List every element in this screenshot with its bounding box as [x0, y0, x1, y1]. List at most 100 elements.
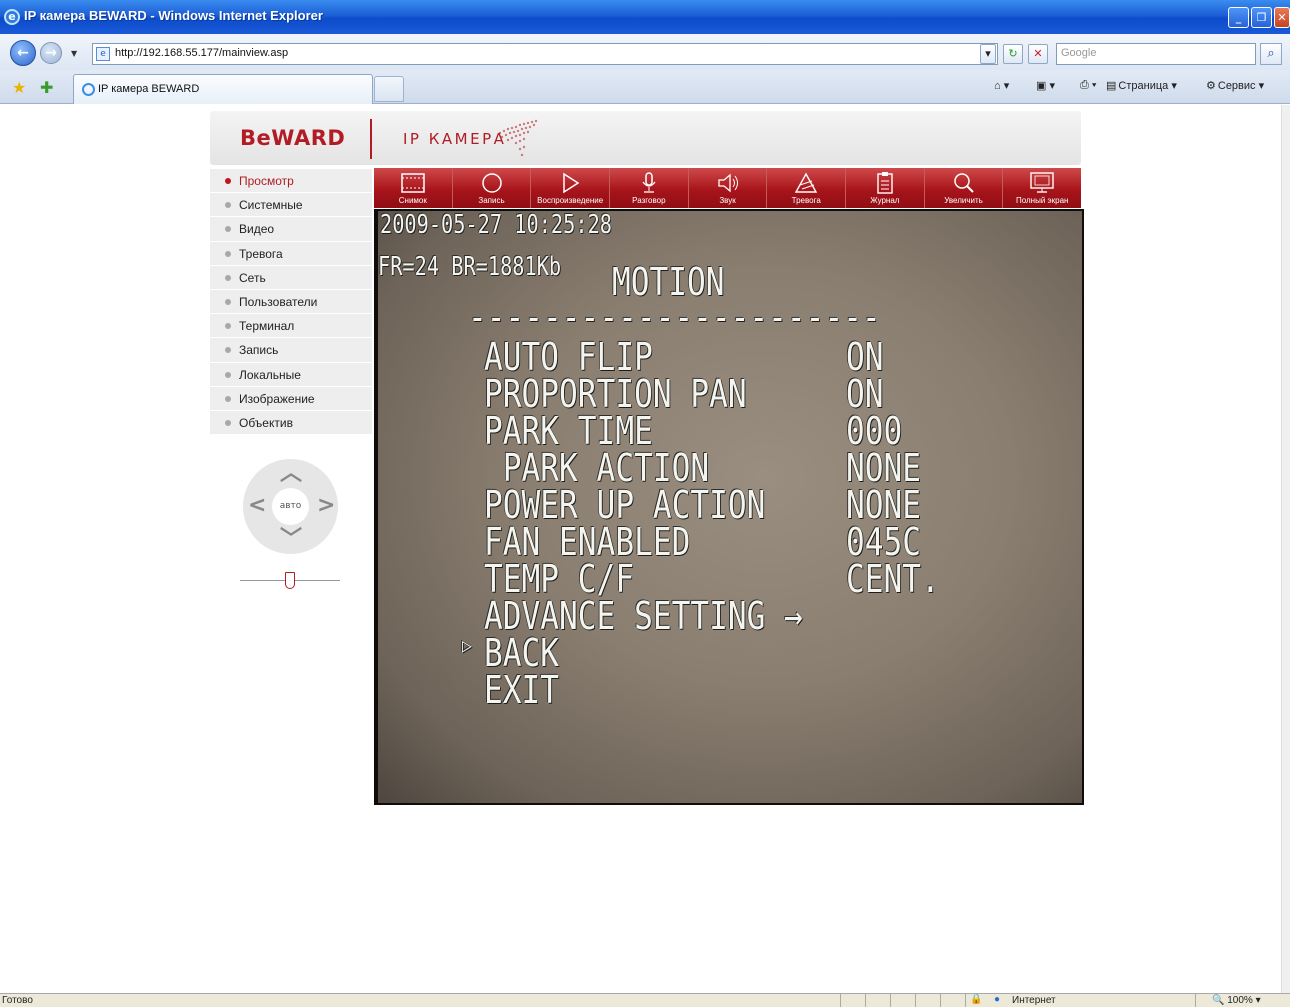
tab-label: IP камера BEWARD [98, 83, 200, 95]
osd-menu-value: CENT. [846, 557, 940, 601]
page-menu-button[interactable]: ▤ Страница ▾ [1106, 79, 1177, 92]
bullet-icon [225, 371, 231, 378]
zoom-level[interactable]: 🔍 100% ▾ [1212, 995, 1261, 1006]
menu-item-label: Локальные [239, 367, 301, 382]
osd-divider: ---------------------- [468, 295, 881, 339]
favorites-star-icon[interactable]: ★ [12, 78, 26, 97]
menu-item-view[interactable]: Просмотр [210, 169, 372, 194]
window-title-bar[interactable]: e IP камера BEWARD - Windows Internet Ex… [0, 0, 1290, 34]
menu-item-system[interactable]: Системные [210, 193, 372, 218]
zoom-value: 100% [1227, 995, 1253, 1006]
globe-icon: ● [994, 994, 1001, 1005]
feeds-icon[interactable]: ▣ ▾ [1036, 79, 1055, 92]
bullet-icon [225, 323, 231, 330]
log-button[interactable]: Журнал [846, 168, 925, 208]
ptz-right-icon[interactable]: > [317, 495, 335, 517]
ptz-up-icon[interactable]: ︿ [280, 463, 302, 485]
menu-item-image[interactable]: Изображение [210, 386, 372, 411]
menu-item-recording[interactable]: Запись [210, 338, 372, 363]
status-text: Готово [2, 995, 33, 1006]
menu-item-label: Просмотр [239, 174, 294, 188]
snapshot-button[interactable]: Снимок [374, 168, 453, 208]
playback-button[interactable]: Воспроизведение [531, 168, 611, 208]
bullet-icon [225, 178, 231, 184]
protected-mode-icon[interactable]: 🔒 [970, 994, 982, 1005]
security-zone[interactable]: Интернет [1012, 995, 1056, 1006]
tab-bar: ★ ✚ IP камера BEWARD ⌂ ▾ ▣ ▾ ⎙ ▾ ▤ Страни… [0, 70, 1290, 104]
window-title: IP камера BEWARD - Windows Internet Expl… [24, 8, 323, 23]
clipboard-icon [877, 172, 893, 194]
minimize-button[interactable]: _ [1228, 7, 1249, 28]
maximize-button[interactable]: ❐ [1251, 7, 1272, 28]
vertical-scrollbar[interactable] [1281, 105, 1290, 993]
zoom-button[interactable]: Увеличить [925, 168, 1004, 208]
side-menu: Просмотр Системные Видео Тревога Сеть По… [210, 169, 372, 436]
tab-page-icon [82, 83, 95, 96]
video-viewer[interactable]: 2009-05-27 10:25:28 FR=24 BR=1881Kb MOTI… [374, 209, 1084, 805]
back-button[interactable]: ← [10, 40, 36, 66]
menu-item-local[interactable]: Локальные [210, 362, 372, 387]
toolbar-label: Журнал [870, 196, 900, 205]
play-icon [563, 172, 580, 194]
video-timestamp: 2009-05-27 10:25:28 [380, 210, 612, 240]
bullet-icon [225, 202, 231, 209]
menu-item-alarm[interactable]: Тревога [210, 241, 372, 266]
page-menu-label: Страница [1118, 80, 1169, 92]
refresh-button[interactable]: ↻ [1003, 44, 1023, 64]
toolbar-label: Запись [478, 196, 505, 205]
close-button[interactable]: ✕ [1274, 7, 1290, 28]
add-favorite-icon[interactable]: ✚ [40, 78, 53, 97]
search-placeholder: Google [1061, 47, 1097, 59]
osd-cursor-icon: ▷ [462, 633, 472, 657]
status-divider [915, 994, 916, 1007]
new-tab-button[interactable] [374, 76, 404, 102]
menu-item-label: Системные [239, 198, 303, 213]
ptz-down-icon[interactable]: ﹀ [280, 529, 302, 551]
ptz-control: ︿ ﹀ < > авто [243, 459, 338, 554]
menu-item-terminal[interactable]: Терминал [210, 314, 372, 339]
camera-toolbar: Снимок Запись Воспроизведение Разговор З… [374, 168, 1081, 208]
address-dropdown-icon[interactable]: ▾ [980, 44, 996, 64]
menu-item-label: Терминал [239, 319, 295, 334]
menu-item-label: Запись [239, 343, 279, 358]
menu-item-lens[interactable]: Объектив [210, 410, 372, 436]
bullet-icon [225, 298, 231, 305]
toolbar-label: Звук [719, 196, 736, 205]
address-bar[interactable]: e http://192.168.55.177/mainview.asp [92, 43, 998, 65]
browser-tab[interactable]: IP камера BEWARD [73, 74, 373, 104]
zoom-slider[interactable] [240, 571, 340, 591]
menu-item-users[interactable]: Пользователи [210, 289, 372, 315]
tools-menu-button[interactable]: ⚙ Сервис ▾ [1206, 79, 1264, 92]
osd-menu-label: EXIT [484, 668, 560, 712]
forward-button[interactable]: → [40, 42, 62, 64]
stream-info: FR=24 BR=1881Kb [378, 252, 562, 282]
talk-button[interactable]: Разговор [610, 168, 689, 208]
slider-thumb[interactable] [285, 572, 295, 589]
ptz-auto-button[interactable]: авто [272, 488, 309, 525]
stop-button[interactable]: ✕ [1028, 44, 1048, 64]
menu-item-label: Видео [239, 222, 275, 237]
home-icon[interactable]: ⌂ ▾ [994, 79, 1009, 92]
menu-item-video[interactable]: Видео [210, 217, 372, 242]
history-dropdown-icon[interactable]: ▼ [71, 49, 77, 58]
search-input[interactable]: Google [1056, 43, 1256, 65]
ptz-left-icon[interactable]: < [248, 495, 266, 517]
monitor-icon [1030, 172, 1054, 193]
alarm-button[interactable]: Тревога [767, 168, 847, 208]
record-button[interactable]: Запись [453, 168, 532, 208]
toolbar-label: Тревога [791, 196, 821, 205]
sound-button[interactable]: Звук [689, 168, 768, 208]
print-icon[interactable]: ⎙ ▾ [1080, 79, 1096, 92]
menu-item-label: Объектив [239, 415, 293, 430]
search-icon[interactable]: ⌕ [1260, 43, 1282, 65]
fullscreen-button[interactable]: Полный экран [1003, 168, 1081, 208]
page-menu-icon: ▤ [1106, 80, 1117, 92]
beward-logo: BeWARD [240, 126, 346, 150]
status-divider [940, 994, 941, 1007]
bullet-icon [225, 274, 231, 281]
status-divider [865, 994, 866, 1007]
video-frame: 2009-05-27 10:25:28 FR=24 BR=1881Kb MOTI… [378, 210, 1082, 803]
address-url[interactable]: http://192.168.55.177/mainview.asp [115, 47, 288, 59]
menu-item-network[interactable]: Сеть [210, 265, 372, 290]
menu-item-label: Изображение [239, 391, 315, 406]
